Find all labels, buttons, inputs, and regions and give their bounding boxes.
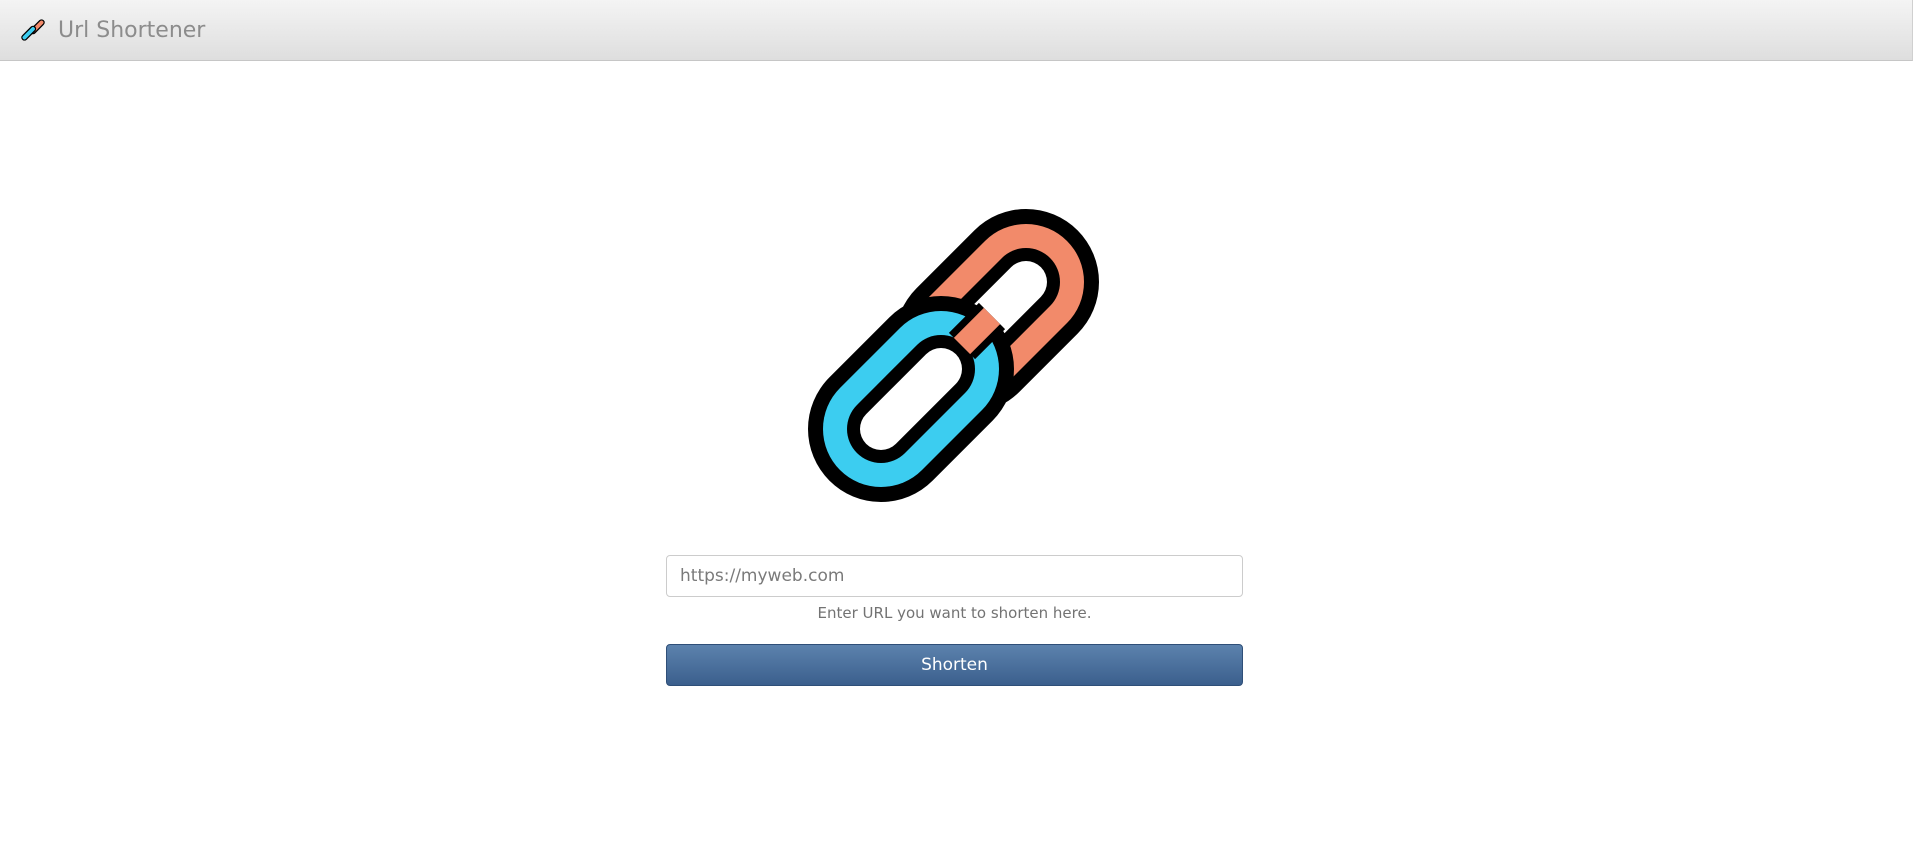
- url-help-text: Enter URL you want to shorten here.: [817, 604, 1092, 622]
- brand-title: Url Shortener: [58, 17, 206, 43]
- shorten-button[interactable]: Shorten: [666, 644, 1243, 686]
- navbar: Url Shortener: [0, 0, 1913, 61]
- chain-link-icon: [808, 209, 1099, 502]
- brand-link[interactable]: Url Shortener: [17, 0, 205, 60]
- chain-link-icon: [21, 19, 45, 41]
- url-input[interactable]: [666, 555, 1243, 597]
